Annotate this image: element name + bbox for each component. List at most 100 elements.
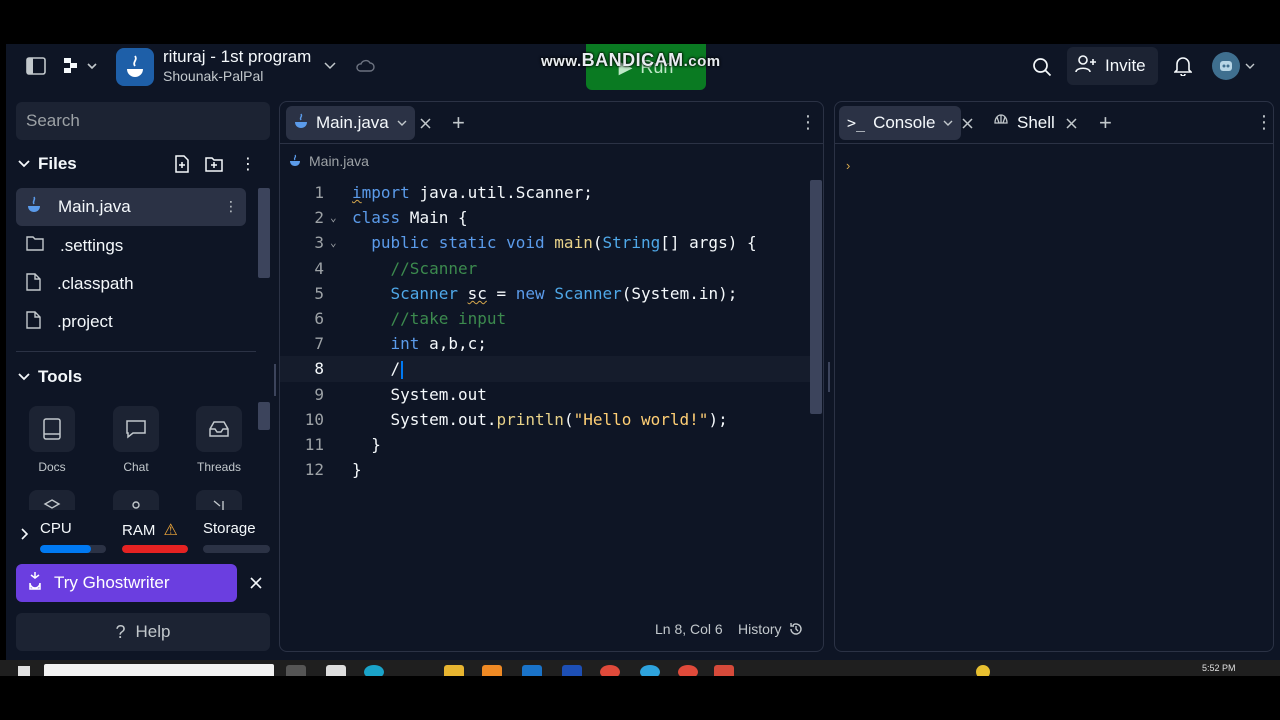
cloud-icon: [354, 56, 376, 76]
fold-chevron-icon[interactable]: ⌄: [330, 205, 337, 230]
taskbar-search[interactable]: [44, 664, 274, 676]
help-icon: ?: [115, 621, 126, 642]
tab-shell[interactable]: Shell: [985, 106, 1063, 140]
files-more-icon[interactable]: ⋮: [240, 154, 256, 174]
taskbar-app-icon[interactable]: [482, 665, 502, 676]
book-icon: [29, 406, 75, 452]
new-file-icon[interactable]: [172, 154, 192, 174]
tool-packages-icon[interactable]: [29, 490, 75, 510]
chevron-down-icon[interactable]: [943, 120, 953, 127]
chevron-down-icon[interactable]: [1244, 60, 1256, 72]
avatar[interactable]: [1212, 52, 1240, 80]
tool-threads[interactable]: Threads: [187, 406, 251, 474]
code-line[interactable]: 1 import java.util.Scanner;: [280, 180, 810, 205]
file-explorer-icon[interactable]: [444, 665, 464, 676]
console-tabbar: >_ Console Shell + ⋮: [835, 102, 1273, 144]
breadcrumb[interactable]: Main.java: [289, 153, 369, 169]
code-line[interactable]: 6 //take input: [280, 306, 810, 331]
new-folder-icon[interactable]: [204, 154, 224, 174]
tab-label: Main.java: [316, 113, 389, 132]
chat-icon: [113, 406, 159, 452]
tools-scrollbar[interactable]: [258, 402, 270, 430]
file-item-main-java[interactable]: Main.java ⋮: [16, 188, 246, 226]
edge-icon[interactable]: [364, 665, 384, 676]
java-icon: [290, 154, 300, 166]
java-icon: [294, 113, 308, 134]
taskbar-app-icon[interactable]: [522, 665, 542, 676]
file-menu-icon[interactable]: ⋮: [224, 198, 238, 215]
chevron-right-icon[interactable]: [18, 527, 32, 541]
file-item-project[interactable]: .project: [16, 303, 246, 341]
taskbar-app-icon[interactable]: [326, 665, 346, 676]
cursor-position[interactable]: Ln 8, Col 6: [655, 621, 723, 637]
chevron-down-icon[interactable]: [397, 120, 407, 127]
breadcrumb-file: Main.java: [309, 153, 369, 169]
editor-pane: Main.java + ⋮ Main.java 1 import java.uti…: [279, 101, 824, 652]
repl-title[interactable]: rituraj - 1st program: [163, 47, 311, 67]
tool-label: Docs: [38, 460, 66, 474]
telegram-icon[interactable]: [640, 665, 660, 676]
search-icon[interactable]: [1030, 55, 1054, 79]
code-line-current[interactable]: 8 /: [280, 356, 810, 382]
code-line[interactable]: 3 ⌄ public static void main(String[] args…: [280, 230, 810, 255]
ram-usage-bar: [122, 545, 188, 553]
bell-icon[interactable]: [1172, 55, 1194, 77]
pane-resize-handle[interactable]: [828, 362, 830, 392]
bandicam-icon[interactable]: [714, 665, 734, 676]
replit-menu-icon[interactable]: [60, 54, 100, 78]
tab-main-java[interactable]: Main.java: [286, 106, 415, 140]
repl-owner[interactable]: Shounak-PalPal: [163, 68, 263, 84]
help-button[interactable]: ? Help: [16, 613, 270, 651]
chrome-icon[interactable]: [600, 665, 620, 676]
file-item-settings[interactable]: .settings: [16, 227, 246, 265]
sidebar-toggle-icon[interactable]: [24, 54, 48, 78]
chrome-icon[interactable]: [678, 665, 698, 676]
file-item-classpath[interactable]: .classpath: [16, 265, 246, 303]
files-section-header[interactable]: Files: [18, 154, 77, 174]
tool-debugger-icon[interactable]: [196, 490, 242, 510]
try-ghostwriter-button[interactable]: Try Ghostwriter: [16, 564, 237, 602]
new-tab-icon[interactable]: +: [452, 110, 465, 136]
close-tab-icon[interactable]: [418, 116, 432, 130]
code-line[interactable]: 5 Scanner sc = new Scanner(System.in);: [280, 281, 810, 306]
close-tab-icon[interactable]: [1064, 116, 1078, 130]
os-taskbar: 5:52 PM: [0, 660, 1280, 676]
taskbar-clock: 5:52 PM: [1202, 663, 1236, 673]
code-line[interactable]: 2 ⌄ class Main {: [280, 205, 810, 230]
code-line[interactable]: 10 System.out.println("Hello world!");: [280, 407, 810, 432]
invite-button[interactable]: Invite: [1067, 47, 1158, 85]
code-line[interactable]: 4 //Scanner: [280, 256, 810, 281]
new-tab-icon[interactable]: +: [1099, 110, 1112, 136]
text-cursor: [401, 360, 404, 379]
code-line[interactable]: 11 }: [280, 432, 810, 457]
tool-chat[interactable]: Chat: [104, 406, 168, 474]
tool-git-icon[interactable]: [113, 490, 159, 510]
resize-handle[interactable]: [274, 364, 276, 396]
invite-label: Invite: [1105, 56, 1146, 75]
tools-heading: Tools: [38, 367, 83, 386]
editor-scrollbar[interactable]: [810, 180, 822, 414]
close-tab-icon[interactable]: [960, 116, 974, 130]
code-editor[interactable]: 1 import java.util.Scanner; 2 ⌄ class Main …: [280, 180, 810, 482]
task-view-icon[interactable]: [286, 665, 306, 676]
files-scrollbar[interactable]: [258, 188, 270, 278]
code-line[interactable]: 12}: [280, 457, 810, 482]
tool-docs[interactable]: Docs: [20, 406, 84, 474]
cpu-usage-fill: [40, 545, 92, 553]
close-icon[interactable]: [247, 574, 265, 592]
chevron-down-icon[interactable]: [322, 58, 338, 74]
ghostwriter-label: Try Ghostwriter: [54, 573, 170, 592]
tools-section-header[interactable]: Tools: [18, 367, 82, 387]
search-input[interactable]: Search: [16, 102, 270, 140]
tab-console[interactable]: >_ Console: [839, 106, 962, 140]
editor-more-icon[interactable]: ⋮: [799, 112, 817, 133]
chevron-down-icon: [18, 373, 30, 381]
fold-chevron-icon[interactable]: ⌄: [330, 230, 337, 255]
history-button[interactable]: History: [738, 621, 804, 637]
windows-start-icon[interactable]: [18, 666, 30, 676]
code-line[interactable]: 9 System.out: [280, 382, 810, 407]
code-line[interactable]: 7 int a,b,c;: [280, 331, 810, 356]
taskbar-app-icon[interactable]: [562, 665, 582, 676]
console-more-icon[interactable]: ⋮: [1255, 112, 1273, 133]
help-label: Help: [135, 622, 171, 641]
